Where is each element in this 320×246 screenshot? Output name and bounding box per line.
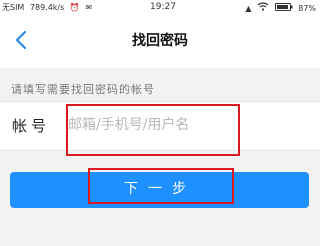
account-input[interactable]: [66, 104, 240, 156]
carrier-text: 无SIM: [2, 3, 25, 12]
nav-bar: 找回密码: [0, 16, 320, 68]
account-row: 帐号: [0, 101, 320, 156]
account-label: 帐号: [12, 117, 51, 135]
clock-icon: ⏰: [69, 3, 80, 12]
network-speed-text: 789.4k/s: [29, 3, 65, 12]
status-time: 19:27: [150, 2, 176, 12]
signal-icon: ▲: [245, 4, 252, 13]
status-bar: 无SIM 789.4k/s ⏰ ✉ 19:27 ▲ 87%: [0, 0, 320, 16]
wifi-icon: [257, 2, 272, 13]
battery-level-text: 87%: [298, 4, 316, 13]
notification-icon: ✉: [85, 3, 93, 12]
next-button-highlight: [88, 168, 234, 204]
battery-icon: [274, 3, 296, 13]
account-hint: 请填写需要找回密码的帐号: [11, 83, 155, 96]
page-title: 找回密码: [132, 33, 188, 49]
